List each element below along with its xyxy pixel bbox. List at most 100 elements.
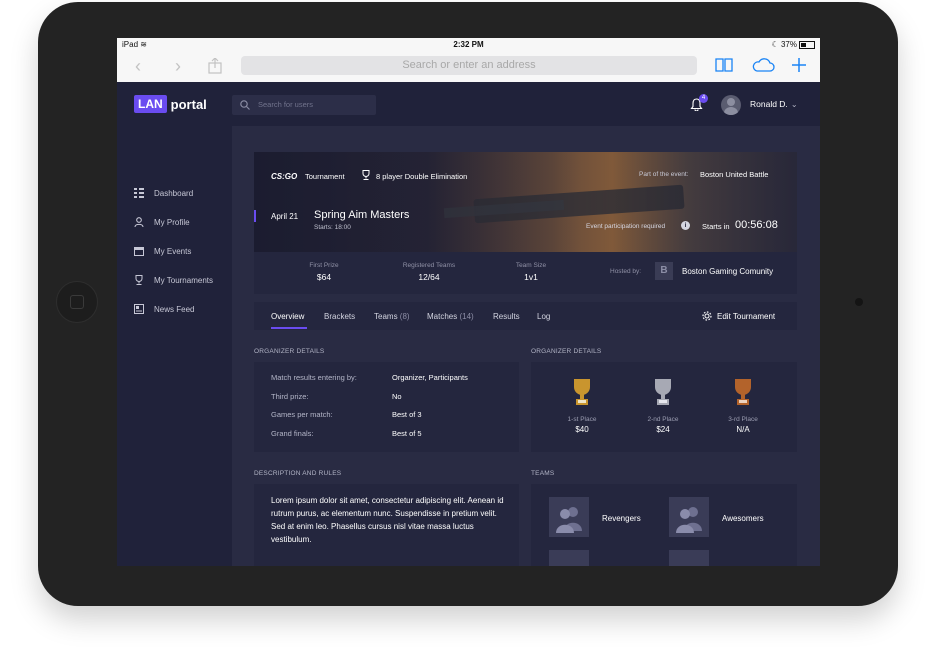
tournament-date: April 21: [271, 212, 299, 221]
date-accent: [254, 210, 256, 222]
detail-label: Grand finals:: [271, 429, 314, 438]
logo[interactable]: LAN portal: [134, 95, 207, 113]
search-input[interactable]: Search for users: [232, 95, 376, 115]
sidebar-item-news[interactable]: News Feed: [134, 302, 194, 316]
stat-label: First Prize: [309, 262, 339, 269]
trophy-icon: [135, 275, 143, 285]
sidebar-item-tournaments[interactable]: My Tournaments: [134, 273, 213, 287]
info-icon[interactable]: i: [681, 221, 690, 230]
tab-overview[interactable]: Overview: [271, 312, 304, 321]
chevron-down-icon: ⌄: [790, 100, 798, 109]
team-icon: [676, 507, 702, 533]
trophy-icon: [362, 170, 370, 180]
organizer-details-title: ORGANIZER DETAILS: [254, 348, 325, 355]
game-logo: CS:GO: [271, 172, 298, 181]
host-name[interactable]: Boston Gaming Comunity: [682, 267, 773, 276]
stat-value: 1v1: [524, 272, 538, 282]
tournament-format: 8 player Double Elimination: [376, 172, 468, 181]
tab-log[interactable]: Log: [537, 312, 550, 321]
prize-place: 2-nd Place: [647, 416, 679, 423]
sidebar-item-label: Dashboard: [154, 188, 194, 198]
bookmarks-icon[interactable]: [715, 58, 733, 72]
event-name[interactable]: Boston United Battle: [700, 170, 768, 179]
notifications-button[interactable]: 4: [690, 94, 708, 116]
prizes-title: ORGANIZER DETAILS: [531, 348, 602, 355]
share-icon[interactable]: [208, 58, 222, 74]
team-avatar[interactable]: [669, 497, 709, 537]
detail-label: Games per match:: [271, 410, 333, 419]
sidebar-item-label: My Events: [154, 246, 192, 256]
new-tab-icon[interactable]: [792, 58, 806, 72]
tab-teams[interactable]: Teams (8): [374, 312, 410, 321]
sidebar-item-label: My Tournaments: [154, 275, 213, 285]
browser-toolbar: ‹ › Search or enter an address: [117, 52, 820, 83]
sidebar-item-dashboard[interactable]: Dashboard: [134, 186, 193, 200]
team-name[interactable]: Awesomers: [722, 514, 764, 523]
registered-teams-stat: Registered Teams 12/64: [394, 262, 464, 282]
tab-brackets[interactable]: Brackets: [324, 312, 355, 321]
team-avatar[interactable]: [549, 497, 589, 537]
cloud-icon[interactable]: [751, 58, 775, 72]
search-icon: [240, 100, 250, 110]
screen: iPad ≋ 2:32 PM ☾ 37% ‹ › Search or enter…: [117, 38, 820, 566]
tournament-tabs: Overview Brackets Teams (8) Matches (14)…: [254, 302, 797, 330]
tab-matches[interactable]: Matches (14): [427, 312, 474, 321]
team-size-stat: Team Size 1v1: [506, 262, 556, 282]
host-logo[interactable]: B: [655, 262, 673, 280]
description-text: Lorem ipsum dolor sit amet, consectetur …: [271, 496, 504, 544]
sidebar-item-profile[interactable]: My Profile: [134, 215, 190, 229]
home-button[interactable]: [56, 281, 98, 323]
team-avatar[interactable]: [669, 550, 709, 566]
sidebar: Dashboard My Profile My Events My Tourna…: [117, 126, 232, 566]
app-header: LAN portal Search for users 4 Ronald D. ⌄: [117, 82, 820, 126]
notification-badge: 4: [699, 94, 708, 103]
tab-results[interactable]: Results: [493, 312, 520, 321]
hosted-by-label: Hosted by:: [610, 268, 642, 275]
stat-label: Team Size: [515, 262, 547, 269]
stat-value: $64: [316, 272, 332, 282]
prize-second: 2-nd Place $24: [633, 378, 693, 434]
detail-label: Match results entering by:: [271, 373, 357, 382]
bronze-trophy-icon: [735, 379, 751, 405]
prize-value: N/A: [736, 425, 750, 434]
team-name[interactable]: Revengers: [602, 514, 641, 523]
team-icon: [556, 507, 582, 533]
gold-trophy-icon: [574, 379, 590, 405]
prize-place: 3-rd Place: [728, 416, 758, 423]
edit-label: Edit Tournament: [717, 311, 776, 321]
stat-value: 12/64: [418, 272, 440, 282]
tournament-title: Spring Aim Masters: [314, 209, 410, 221]
status-bar: iPad ≋ 2:32 PM ☾ 37%: [117, 38, 820, 52]
countdown-timer: 00:56:08: [735, 219, 778, 231]
tournament-banner: CS:GO Tournament 8 player Double Elimina…: [254, 152, 797, 252]
sidebar-item-events[interactable]: My Events: [134, 244, 191, 258]
edit-tournament-button[interactable]: Edit Tournament: [702, 311, 775, 321]
address-bar[interactable]: Search or enter an address: [241, 56, 697, 75]
avatar[interactable]: [721, 95, 741, 115]
detail-value: Organizer, Participants: [392, 373, 468, 382]
stat-label: Registered Teams: [402, 262, 456, 269]
forward-icon[interactable]: ›: [175, 57, 181, 75]
team-avatar[interactable]: [549, 550, 589, 566]
teams-title: TEAMS: [531, 470, 555, 477]
status-time: 2:32 PM: [453, 40, 484, 49]
calendar-icon: [134, 247, 144, 256]
logo-portal: portal: [170, 96, 207, 112]
detail-value: Best of 5: [392, 429, 422, 438]
countdown-label: Starts in: [702, 222, 730, 231]
start-time: Starts: 18:00: [314, 224, 351, 231]
participation-note: Event participation required: [586, 223, 666, 230]
active-tab-indicator: [271, 327, 307, 329]
camera-icon: [855, 298, 863, 306]
tournament-stats: First Prize $64 Registered Teams 12/64 T…: [254, 252, 797, 294]
prize-value: $24: [656, 425, 670, 434]
main-content: CS:GO Tournament 8 player Double Elimina…: [232, 126, 820, 566]
back-icon[interactable]: ‹: [135, 57, 141, 75]
detail-value: Best of 3: [392, 410, 422, 419]
profile-icon: [134, 217, 144, 227]
gear-icon: [702, 311, 712, 321]
detail-label: Third prize:: [271, 392, 309, 401]
user-menu[interactable]: Ronald D. ⌄: [750, 99, 798, 109]
sidebar-item-label: News Feed: [154, 304, 195, 314]
event-label: Part of the event:: [639, 171, 689, 178]
